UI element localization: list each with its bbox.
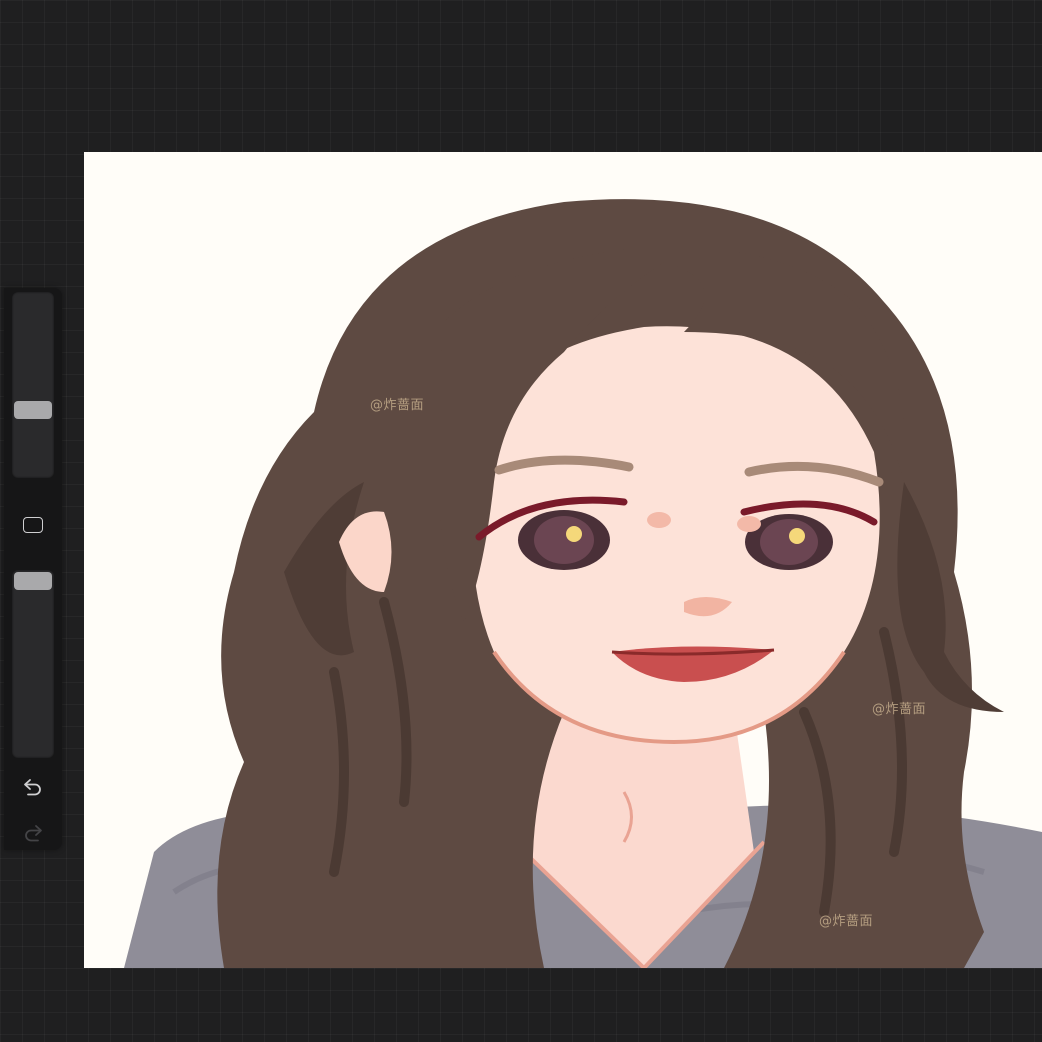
- square-icon: [23, 517, 43, 533]
- brush-size-slider[interactable]: [12, 292, 54, 478]
- portrait-illustration: [124, 199, 1042, 968]
- modify-button[interactable]: [20, 514, 46, 536]
- brush-size-slider-thumb[interactable]: [14, 400, 52, 419]
- drawing-canvas[interactable]: @炸蔷面 @炸蔷面 @炸蔷面: [84, 152, 1042, 968]
- undo-arrow-icon: [24, 779, 41, 796]
- watermark: @炸蔷面: [872, 702, 927, 717]
- redo-button[interactable]: [18, 818, 48, 848]
- watermark: @炸蔷面: [819, 914, 874, 929]
- left-sidebar: [4, 288, 62, 850]
- undo-button[interactable]: [18, 772, 48, 802]
- brush-opacity-slider-thumb[interactable]: [14, 572, 52, 590]
- watermark: @炸蔷面: [370, 398, 425, 413]
- brush-opacity-slider[interactable]: [12, 570, 54, 758]
- redo-arrow-icon: [25, 825, 42, 842]
- drawing-app: @炸蔷面 @炸蔷面 @炸蔷面: [0, 0, 1042, 1042]
